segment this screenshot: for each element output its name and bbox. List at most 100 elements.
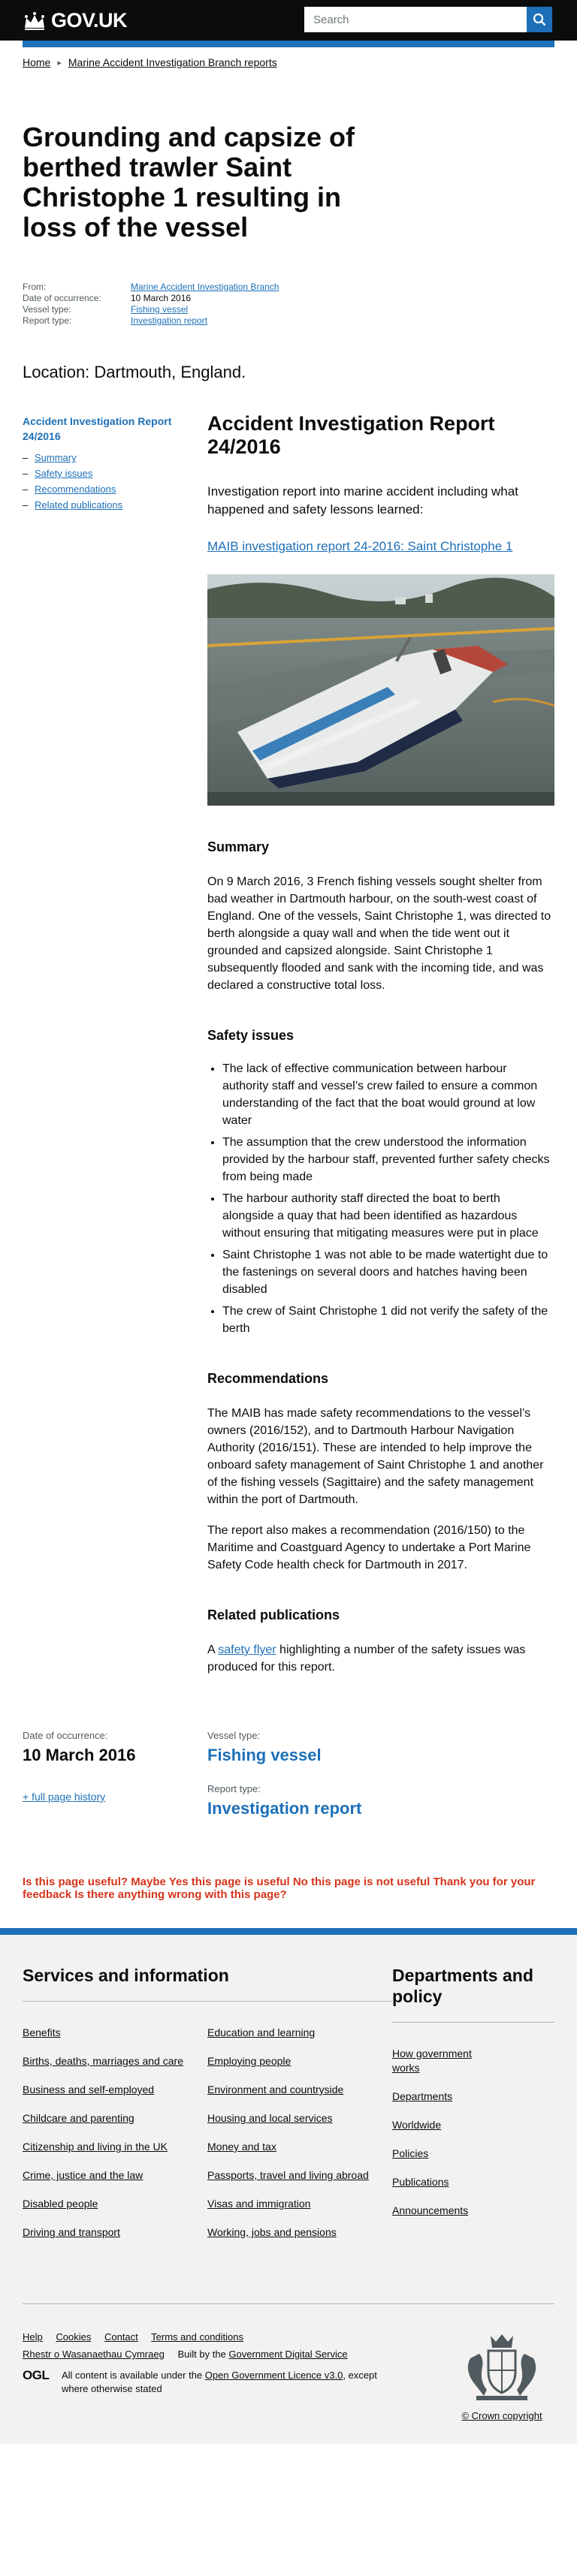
- report-heading: Accident Investigation Report 24/2016: [207, 412, 495, 458]
- contents-link-summary[interactable]: Summary: [35, 450, 77, 465]
- services-column-2: Education and learning Employing people …: [207, 2026, 392, 2254]
- footer-link[interactable]: Visas and immigration: [207, 2197, 379, 2211]
- footer-link[interactable]: Business and self-employed: [23, 2083, 194, 2097]
- contents-nav: Accident Investigation Report 24/2016 – S…: [23, 412, 207, 1676]
- ogl-logo-icon: OGL: [23, 2368, 50, 2382]
- footer-link[interactable]: Childcare and parenting: [23, 2111, 194, 2126]
- footer-link[interactable]: Housing and local services: [207, 2111, 379, 2126]
- footer-departments: Departments and policy How government wo…: [392, 1965, 554, 2254]
- date-value: 10 March 2016: [23, 1746, 136, 1764]
- dash-icon: –: [23, 452, 29, 463]
- meta-from-link[interactable]: Marine Accident Investigation Branch: [131, 282, 279, 293]
- breadcrumb-maib-reports[interactable]: Marine Accident Investigation Branch rep…: [68, 56, 277, 68]
- footer-link[interactable]: Announcements: [392, 2204, 490, 2218]
- footer-link[interactable]: Money and tax: [207, 2140, 379, 2154]
- site-footer: Services and information Benefits Births…: [0, 1928, 577, 2444]
- crown-icon: [25, 11, 44, 30]
- breadcrumb-home[interactable]: Home: [23, 56, 50, 68]
- dash-icon: –: [23, 468, 29, 479]
- contents-item: – Summary: [23, 450, 194, 465]
- search-input[interactable]: [304, 7, 527, 32]
- meta-vessel-link[interactable]: Fishing vessel: [131, 304, 188, 315]
- footer-link[interactable]: Working, jobs and pensions: [207, 2225, 379, 2240]
- footer-link[interactable]: Education and learning: [207, 2026, 379, 2040]
- bottom-metadata: Date of occurrence: 10 March 2016 + full…: [23, 1730, 554, 1818]
- search-button[interactable]: [527, 7, 552, 32]
- contents-item: – Recommendations: [23, 481, 194, 497]
- related-publications-text: A safety flyer highlighting a number of …: [207, 1641, 554, 1676]
- meta-date-value: 10 March 2016: [131, 293, 192, 303]
- footer-link[interactable]: Worldwide: [392, 2118, 490, 2132]
- meta-row-date: Date of occurrence: 10 March 2016: [23, 293, 554, 304]
- footer-link[interactable]: Passports, travel and living abroad: [207, 2168, 379, 2183]
- page-history-link[interactable]: + full page history: [23, 1791, 105, 1803]
- footer-link[interactable]: Crime, justice and the law: [23, 2168, 194, 2183]
- footer-divider: [23, 2001, 392, 2002]
- contents-item: – Related publications: [23, 497, 194, 513]
- contents-link-safety-issues[interactable]: Safety issues: [35, 465, 92, 481]
- related-text-before: A: [207, 1644, 219, 1656]
- date-label: Date of occurrence:: [23, 1730, 108, 1741]
- safety-flyer-link[interactable]: safety flyer: [218, 1644, 276, 1656]
- departments-list: How government works Departments Worldwi…: [392, 2047, 490, 2218]
- safety-issues-list: The lack of effective communication betw…: [207, 1060, 554, 1337]
- metadata-list: From: Marine Accident Investigation Bran…: [23, 282, 554, 327]
- meta-report-link[interactable]: Investigation report: [131, 315, 207, 327]
- footer-link[interactable]: Policies: [392, 2147, 490, 2161]
- footer-link[interactable]: Departments: [392, 2089, 490, 2104]
- contents-link-recommendations[interactable]: Recommendations: [35, 481, 116, 497]
- footer-divider: [23, 2303, 554, 2304]
- footer-support-links-2: Rhestr o Wasanaethau Cymraeg Built by th…: [23, 2346, 392, 2363]
- contact-link[interactable]: Contact: [104, 2331, 138, 2343]
- list-item: The assumption that the crew understood …: [222, 1134, 554, 1186]
- gds-link[interactable]: Government Digital Service: [228, 2349, 347, 2360]
- licence-row: OGL All content is available under the O…: [23, 2369, 392, 2396]
- footer-services: Services and information Benefits Births…: [23, 1965, 392, 2254]
- help-link[interactable]: Help: [23, 2331, 43, 2343]
- location-text: Location: Dartmouth, England.: [23, 363, 246, 381]
- meta-key: Report type:: [23, 315, 72, 326]
- footer-link[interactable]: Disabled people: [23, 2197, 194, 2211]
- dash-icon: –: [23, 484, 29, 495]
- services-heading: Services and information: [23, 1966, 229, 1985]
- capsized-vessel-photo: [207, 574, 554, 806]
- recommendations-text-1: The MAIB has made safety recommendations…: [207, 1407, 544, 1506]
- ogl-link[interactable]: Open Government Licence v3.0: [205, 2370, 343, 2381]
- footer-nav: Services and information Benefits Births…: [23, 1965, 554, 2254]
- footer-link[interactable]: Environment and countryside: [207, 2083, 379, 2097]
- meta-row-vessel: Vessel type: Fishing vessel: [23, 304, 554, 315]
- meta-key: From:: [23, 282, 47, 292]
- footer-meta-left: Help Cookies Contact Terms and condition…: [23, 2328, 392, 2421]
- contents-link-related[interactable]: Related publications: [35, 497, 122, 513]
- footer-link[interactable]: How government works: [392, 2047, 490, 2075]
- footer-link[interactable]: Driving and transport: [23, 2225, 194, 2240]
- crown-copyright-link[interactable]: © Crown copyright: [449, 2410, 554, 2421]
- report-document-link[interactable]: MAIB investigation report 24-2016: Saint…: [207, 538, 554, 555]
- contents-item: – Safety issues: [23, 465, 194, 481]
- services-columns: Benefits Births, deaths, marriages and c…: [23, 2026, 392, 2254]
- list-item: The lack of effective communication betw…: [222, 1060, 554, 1129]
- vessel-type-link[interactable]: Fishing vessel: [207, 1746, 322, 1765]
- safety-issues-heading: Safety issues: [207, 1028, 295, 1043]
- terms-link[interactable]: Terms and conditions: [151, 2331, 243, 2343]
- content-layout: Accident Investigation Report 24/2016 – S…: [23, 412, 554, 1676]
- feedback-prompt[interactable]: Is this page useful? Maybe Yes this page…: [23, 1876, 554, 1901]
- footer-divider: [392, 2022, 554, 2023]
- govuk-logo-link[interactable]: GOV.UK: [23, 9, 128, 32]
- footer-link[interactable]: Benefits: [23, 2026, 194, 2040]
- recommendations-text-2: The report also makes a recommendation (…: [207, 1524, 531, 1571]
- footer-link[interactable]: Births, deaths, marriages and care: [23, 2054, 194, 2068]
- footer-meta: Help Cookies Contact Terms and condition…: [23, 2328, 554, 2421]
- footer-link[interactable]: Citizenship and living in the UK: [23, 2140, 194, 2154]
- report-lead: Investigation report into marine acciden…: [207, 484, 518, 517]
- list-item: The crew of Saint Christophe 1 did not v…: [222, 1303, 554, 1337]
- vessel-type-label: Vessel type:: [207, 1730, 261, 1741]
- welsh-services-link[interactable]: Rhestr o Wasanaethau Cymraeg: [23, 2349, 165, 2360]
- header-accent-bar: [23, 41, 554, 47]
- footer-link[interactable]: Employing people: [207, 2054, 379, 2068]
- meta-key: Date of occurrence:: [23, 293, 101, 303]
- cookies-link[interactable]: Cookies: [56, 2331, 91, 2343]
- report-type-link[interactable]: Investigation report: [207, 1799, 361, 1818]
- summary-heading: Summary: [207, 839, 270, 854]
- footer-link[interactable]: Publications: [392, 2175, 490, 2189]
